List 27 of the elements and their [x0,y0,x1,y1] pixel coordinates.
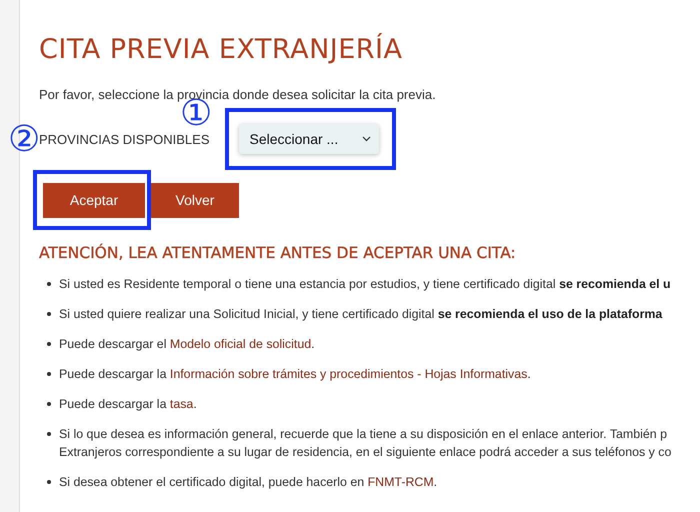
notice-text: Extranjeros correspondiente a su lugar de residencia, en el siguiente enlace podrá acceder a sus teléfonos y co [59,444,672,460]
province-label: PROVINCIAS DISPONIBLES [39,132,210,146]
notice-text: Si usted es Residente temporal o tiene una estancia por estudios, y tiene certificado digital se recomienda el u [59,276,671,292]
back-button[interactable]: Volver [151,182,239,218]
bullet-icon [47,312,51,316]
page-title: CITA PREVIA EXTRANJERÍA [39,32,404,65]
province-dropdown[interactable]: Seleccionar ... [238,124,378,154]
notice-text: Puede descargar la tasa. [59,396,197,412]
notice-text: Si desea obtener el certificado digital, puede hacerlo en FNMT-RCM. [59,474,438,490]
text-link[interactable]: tasa [170,397,194,411]
notice-heading: ATENCIÓN, LEA ATENTAMENTE ANTES DE ACEPTAR UNA CITA: [39,244,517,262]
bullet-icon [47,342,51,346]
accept-button[interactable]: Aceptar [43,182,145,218]
text-link[interactable]: FNMT-RCM [368,475,434,489]
text-link[interactable]: Modelo oficial de solicitud [170,337,312,351]
bullet-icon [47,402,51,406]
bullet-icon [47,372,51,376]
notice-text: Puede descargar el Modelo oficial de solicitud. [59,336,315,352]
callout-number: ② [8,122,40,158]
bullet-icon [47,282,51,286]
chevron-down-icon [362,136,370,142]
notice-text: Si usted quiere realizar una Solicitud Inicial, y tiene certificado digital se recomienda el uso de la plataforma [59,306,662,322]
notice-text: Si lo que desea es información general, recuerde que la tiene a su disposición en el enlace anterior. También p [59,426,668,442]
text-link[interactable]: Información sobre trámites y procedimientos - Hojas Informativas [170,367,528,381]
bullet-icon [47,432,51,436]
bullet-icon [47,480,51,484]
notice-text: Puede descargar la Información sobre trámites y procedimientos - Hojas Informativas. [59,366,531,382]
